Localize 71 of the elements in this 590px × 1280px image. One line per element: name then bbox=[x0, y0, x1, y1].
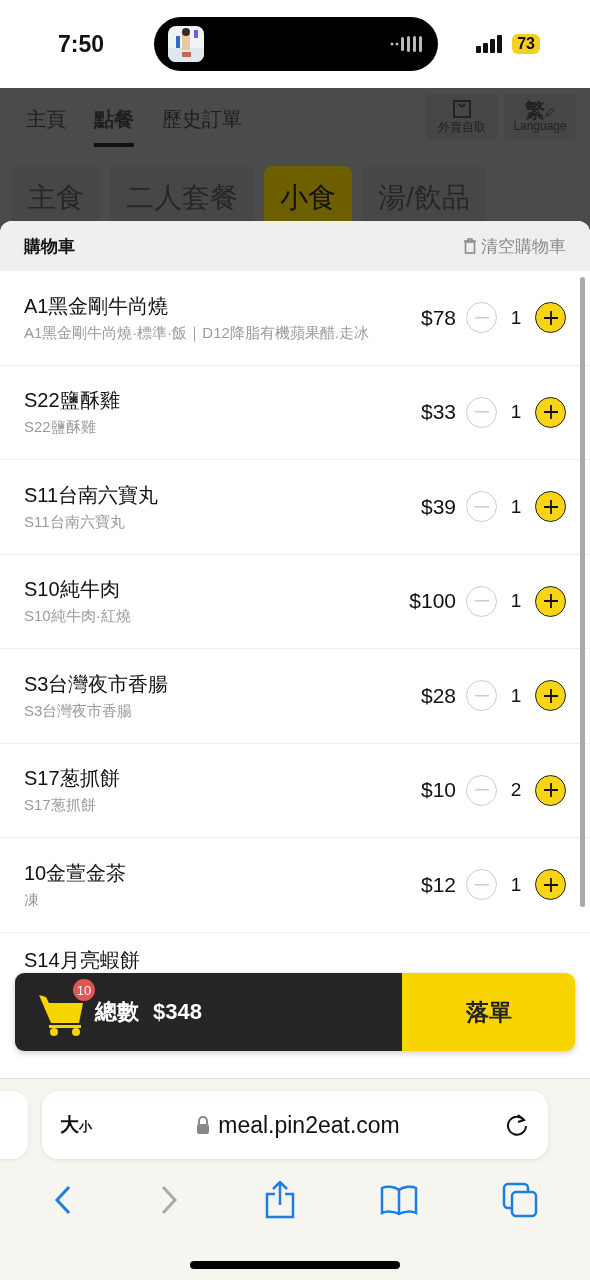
item-price: $12 bbox=[420, 872, 456, 897]
item-options: S11台南六寶丸 bbox=[24, 512, 159, 532]
increase-button[interactable] bbox=[535, 396, 566, 428]
item-name: S17葱抓餅 bbox=[24, 766, 120, 792]
item-options: S17葱抓餅 bbox=[24, 796, 120, 816]
item-name: 10金萱金茶 bbox=[24, 860, 127, 886]
increase-button[interactable] bbox=[535, 491, 566, 523]
item-price: $39 bbox=[420, 494, 456, 519]
trash-icon bbox=[463, 238, 477, 254]
item-quantity: 2 bbox=[509, 779, 523, 802]
minus-icon bbox=[474, 883, 489, 886]
url-text: meal.pin2eat.com bbox=[218, 1111, 400, 1139]
pencil-icon bbox=[545, 107, 555, 118]
minus-icon bbox=[474, 694, 489, 697]
minus-icon bbox=[474, 789, 489, 792]
plus-icon bbox=[542, 782, 559, 799]
share-icon[interactable] bbox=[264, 1181, 296, 1219]
cart-title: 購物車 bbox=[24, 235, 75, 258]
item-quantity: 1 bbox=[509, 684, 523, 707]
item-price: $33 bbox=[420, 400, 456, 425]
item-options: A1黑金剛牛尚燒·標準·飯｜D12降脂有機蘋果醋.走冰 bbox=[24, 323, 370, 343]
submit-order-button[interactable]: 落單 bbox=[402, 973, 575, 1051]
item-price: $100 bbox=[409, 589, 456, 614]
cart-count-badge: 10 bbox=[73, 979, 95, 1001]
bookmarks-icon[interactable] bbox=[380, 1184, 418, 1216]
minus-icon bbox=[474, 600, 489, 603]
battery-level: 73 bbox=[512, 34, 540, 54]
item-options: S10純牛肉·紅燒 bbox=[24, 607, 131, 627]
reload-icon[interactable] bbox=[504, 1112, 530, 1138]
plus-icon bbox=[542, 876, 559, 893]
bag-icon bbox=[453, 99, 471, 118]
minus-icon bbox=[474, 505, 489, 508]
item-price: $28 bbox=[420, 683, 456, 708]
plus-icon bbox=[542, 309, 559, 326]
item-options: 凍 bbox=[24, 890, 127, 910]
text-size-button[interactable]: 大小 bbox=[60, 1112, 92, 1138]
item-options: S3台灣夜市香腸 bbox=[24, 701, 169, 721]
plus-icon bbox=[542, 593, 559, 610]
item-quantity: 1 bbox=[509, 590, 523, 613]
plus-icon bbox=[542, 687, 559, 704]
increase-button[interactable] bbox=[535, 680, 566, 712]
clear-cart-button[interactable]: 清空購物車 bbox=[463, 234, 566, 258]
increase-button[interactable] bbox=[535, 774, 566, 806]
item-options: S22鹽酥雞 bbox=[24, 418, 120, 438]
item-quantity: 1 bbox=[509, 873, 523, 896]
total-amount: $348 bbox=[153, 999, 202, 1025]
address-bar[interactable]: 大小 meal.pin2eat.com bbox=[42, 1091, 548, 1159]
increase-button[interactable] bbox=[535, 869, 566, 901]
item-name: A1黑金剛牛尚燒 bbox=[24, 293, 170, 319]
item-name: S22鹽酥雞 bbox=[24, 388, 120, 414]
item-quantity: 1 bbox=[509, 306, 523, 329]
plus-icon bbox=[542, 498, 559, 515]
plus-icon bbox=[542, 404, 559, 421]
item-price: $10 bbox=[420, 778, 456, 803]
lock-icon bbox=[196, 1116, 211, 1134]
waveform-icon bbox=[390, 33, 425, 55]
item-quantity: 1 bbox=[509, 401, 523, 424]
item-quantity: 1 bbox=[509, 495, 523, 518]
item-price: $78 bbox=[420, 305, 456, 330]
signal-icon bbox=[476, 35, 505, 53]
minus-icon bbox=[474, 411, 489, 414]
increase-button[interactable] bbox=[535, 585, 566, 617]
item-name: S14月亮蝦餅 bbox=[24, 947, 140, 973]
status-time: 7:50 bbox=[58, 30, 105, 58]
item-name: S11台南六寶丸 bbox=[24, 482, 159, 508]
minus-icon bbox=[474, 316, 489, 319]
item-name: S3台灣夜市香腸 bbox=[24, 671, 169, 697]
total-label: 總數 bbox=[95, 998, 139, 1026]
increase-button[interactable] bbox=[535, 302, 566, 334]
item-name: S10純牛肉 bbox=[24, 577, 121, 603]
tabs-icon[interactable] bbox=[502, 1182, 538, 1218]
